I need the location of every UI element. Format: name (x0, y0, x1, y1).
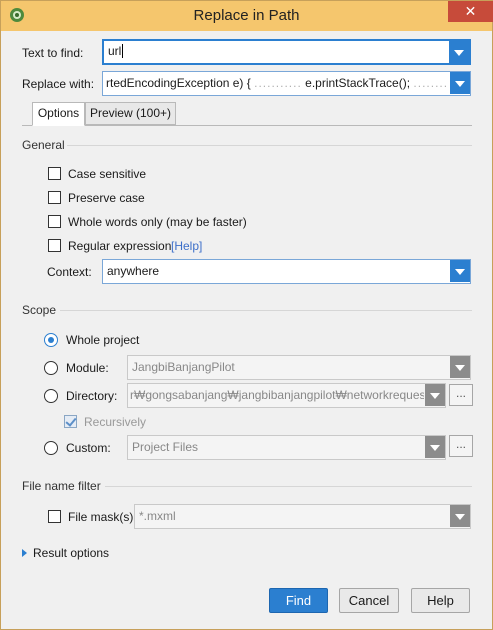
replace-input[interactable]: rtedEncodingException e) { ........... e… (106, 76, 448, 90)
context-dropdown-arrow[interactable] (450, 260, 470, 282)
file-filter-heading: File name filter (22, 479, 101, 493)
context-label: Context: (47, 265, 92, 279)
whole-words-checkbox[interactable] (48, 215, 61, 228)
find-input[interactable]: url (108, 44, 124, 58)
cancel-button[interactable]: Cancel (339, 588, 399, 613)
scope-divider (60, 310, 472, 311)
regex-help-link[interactable]: [Help] (171, 239, 202, 253)
radio-selected-dot (48, 337, 54, 343)
expand-triangle-icon[interactable] (22, 549, 27, 557)
replace-in-path-dialog: Replace in Path ✕ Text to find: url Repl… (0, 0, 493, 630)
module-select[interactable]: JangbiBanjangPilot (127, 355, 471, 380)
find-combo[interactable]: url (102, 39, 471, 65)
case-sensitive-checkbox[interactable] (48, 167, 61, 180)
replace-combo[interactable]: rtedEncodingException e) { ........... e… (102, 71, 471, 96)
custom-value: Project Files (132, 440, 199, 454)
module-dropdown-arrow[interactable] (450, 356, 470, 378)
help-button[interactable]: Help (411, 588, 470, 613)
file-mask-select[interactable]: *.mxml (134, 504, 471, 529)
preserve-case-checkbox[interactable] (48, 191, 61, 204)
check-icon (65, 415, 77, 427)
tab-strip-line (22, 125, 472, 126)
custom-select[interactable]: Project Files (127, 435, 446, 460)
file-mask-checkbox[interactable] (48, 510, 61, 523)
module-label[interactable]: Module: (66, 361, 109, 375)
custom-browse-button[interactable]: ... (449, 435, 473, 457)
file-mask-label[interactable]: File mask(s) (68, 510, 133, 524)
whole-project-radio[interactable] (44, 333, 58, 347)
file-filter-divider (105, 486, 472, 487)
result-options-toggle[interactable]: Result options (33, 546, 109, 560)
find-value: url (108, 44, 122, 58)
directory-select[interactable]: r₩gongsabanjang₩jangbibanjangpilot₩netwo… (127, 383, 446, 408)
recursively-label[interactable]: Recursively (84, 415, 146, 429)
whole-words-label[interactable]: Whole words only (may be faster) (68, 215, 247, 229)
find-history-dropdown[interactable] (449, 41, 469, 63)
recursively-checkbox[interactable] (64, 415, 77, 428)
regex-label[interactable]: Regular expression (68, 239, 171, 253)
find-label: Text to find: (22, 46, 84, 60)
regex-checkbox[interactable] (48, 239, 61, 252)
context-value: anywhere (107, 264, 160, 278)
whole-project-label[interactable]: Whole project (66, 333, 139, 347)
close-button[interactable]: ✕ (448, 1, 493, 22)
replace-history-dropdown[interactable] (450, 72, 470, 94)
preserve-case-label[interactable]: Preserve case (68, 191, 145, 205)
replace-value-start: rtedEncodingException e) { (106, 76, 251, 90)
custom-dropdown-arrow[interactable] (425, 436, 445, 458)
replace-ellipsis: ........... (254, 76, 302, 90)
scope-heading: Scope (22, 303, 57, 317)
tab-options[interactable]: Options (32, 102, 85, 126)
general-heading: General (22, 138, 65, 152)
case-sensitive-label[interactable]: Case sensitive (68, 167, 146, 181)
file-mask-dropdown-arrow[interactable] (450, 505, 470, 527)
file-mask-value: *.mxml (139, 509, 176, 523)
directory-label[interactable]: Directory: (66, 389, 117, 403)
tab-preview[interactable]: Preview (100+) (85, 102, 176, 125)
replace-label: Replace with: (22, 77, 95, 91)
custom-radio[interactable] (44, 441, 58, 455)
custom-label[interactable]: Custom: (66, 441, 111, 455)
find-button[interactable]: Find (269, 588, 328, 613)
dialog-title: Replace in Path (193, 7, 300, 24)
directory-browse-button[interactable]: ... (449, 384, 473, 406)
general-divider (67, 145, 472, 146)
context-select[interactable]: anywhere (102, 259, 471, 284)
replace-ellipsis-2: ........... (413, 76, 448, 90)
replace-value-mid: e.printStackTrace(); (305, 76, 411, 90)
module-radio[interactable] (44, 361, 58, 375)
directory-value: r₩gongsabanjang₩jangbibanjangpilot₩netwo… (130, 388, 424, 402)
directory-radio[interactable] (44, 389, 58, 403)
module-value: JangbiBanjangPilot (132, 360, 235, 374)
directory-dropdown-arrow[interactable] (425, 384, 445, 406)
title-bar: Replace in Path ✕ (1, 1, 493, 31)
